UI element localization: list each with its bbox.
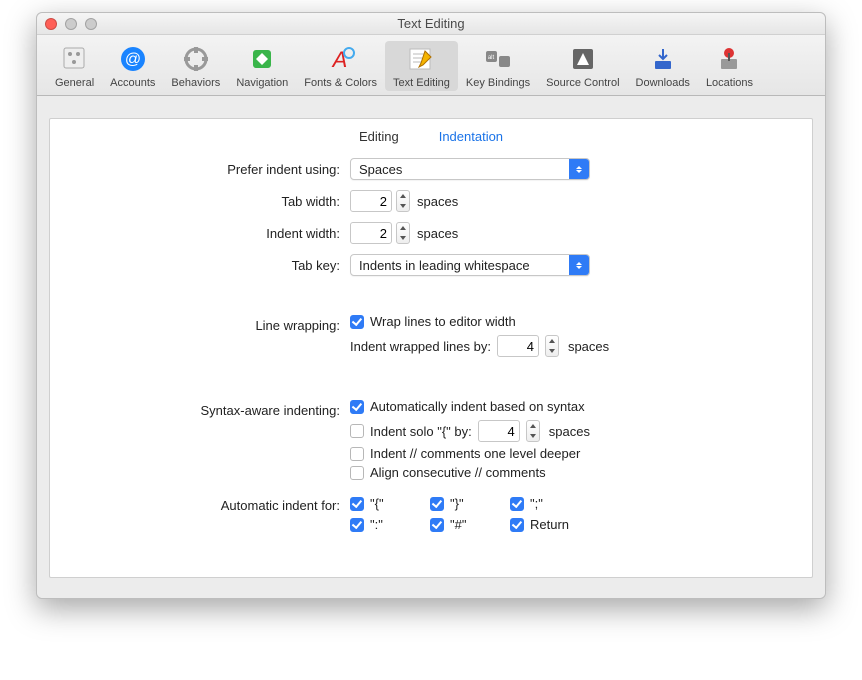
svg-text:@: @ bbox=[125, 51, 141, 68]
indent-width-unit: spaces bbox=[417, 226, 458, 241]
auto-indent-label: ";" bbox=[530, 496, 543, 511]
auto-indent-item: Return bbox=[510, 517, 590, 532]
auto-syntax-checkbox[interactable] bbox=[350, 400, 364, 414]
auto-indent-label: Return bbox=[530, 517, 569, 532]
select-knob-icon bbox=[569, 255, 589, 275]
auto-indent-item: "#" bbox=[430, 517, 510, 532]
auto-indent-checkbox-2[interactable] bbox=[510, 497, 524, 511]
label-syntax-indent: Syntax-aware indenting: bbox=[80, 399, 340, 484]
prefer-indent-select[interactable]: Spaces bbox=[350, 158, 590, 180]
tab-key-select[interactable]: Indents in leading whitespace bbox=[350, 254, 590, 276]
auto-indent-checkbox-4[interactable] bbox=[430, 518, 444, 532]
locations-icon bbox=[713, 43, 745, 75]
indent-solo-unit: spaces bbox=[549, 424, 590, 439]
window-title: Text Editing bbox=[397, 16, 464, 31]
window-minimize-button[interactable] bbox=[65, 18, 77, 30]
indent-wrapped-unit: spaces bbox=[568, 339, 609, 354]
indent-solo-checkbox[interactable] bbox=[350, 424, 364, 438]
toolbar-label: Locations bbox=[706, 77, 753, 89]
indent-width-stepper[interactable] bbox=[396, 222, 410, 244]
auto-indent-item: ":" bbox=[350, 517, 430, 532]
auto-indent-checkbox-1[interactable] bbox=[430, 497, 444, 511]
behaviors-icon bbox=[180, 43, 212, 75]
align-comments-checkbox[interactable] bbox=[350, 466, 364, 480]
toolbar-label: Downloads bbox=[636, 77, 690, 89]
toolbar-label: Behaviors bbox=[171, 77, 220, 89]
toolbar-label: General bbox=[55, 77, 94, 89]
toolbar-label: Fonts & Colors bbox=[304, 77, 377, 89]
toolbar-label: Key Bindings bbox=[466, 77, 530, 89]
align-comments-label: Align consecutive // comments bbox=[370, 465, 546, 480]
label-tab-key: Tab key: bbox=[80, 254, 340, 276]
indent-solo-label: Indent solo "{" by: bbox=[370, 424, 472, 439]
indent-width-field[interactable] bbox=[350, 222, 392, 244]
navigation-icon bbox=[246, 43, 278, 75]
indent-solo-stepper[interactable] bbox=[526, 420, 540, 442]
indent-wrapped-stepper[interactable] bbox=[545, 335, 559, 357]
label-line-wrapping: Line wrapping: bbox=[80, 314, 340, 361]
auto-indent-checkbox-3[interactable] bbox=[350, 518, 364, 532]
label-auto-for: Automatic indent for: bbox=[80, 494, 340, 532]
preferences-window: Text Editing General @ Accounts Behaviors Na… bbox=[36, 12, 826, 599]
window-close-button[interactable] bbox=[45, 18, 57, 30]
auto-indent-item: "{" bbox=[350, 496, 430, 511]
auto-indent-label: "}" bbox=[450, 496, 464, 511]
tab-key-value: Indents in leading whitespace bbox=[359, 258, 530, 273]
tab-width-unit: spaces bbox=[417, 194, 458, 209]
toolbar-textediting[interactable]: Text Editing bbox=[385, 41, 458, 91]
wrap-lines-label: Wrap lines to editor width bbox=[370, 314, 516, 329]
tab-width-field[interactable] bbox=[350, 190, 392, 212]
toolbar-general[interactable]: General bbox=[47, 41, 102, 91]
subtab-indentation[interactable]: Indentation bbox=[439, 129, 503, 144]
titlebar: Text Editing bbox=[37, 13, 825, 35]
prefer-indent-value: Spaces bbox=[359, 162, 402, 177]
preferences-toolbar: General @ Accounts Behaviors Navigation A Font… bbox=[37, 35, 825, 96]
indent-wrapped-label: Indent wrapped lines by: bbox=[350, 339, 491, 354]
auto-syntax-label: Automatically indent based on syntax bbox=[370, 399, 585, 414]
sourcecontrol-icon bbox=[567, 43, 599, 75]
fontscolors-icon: A bbox=[325, 43, 357, 75]
toolbar-keybindings[interactable]: alt Key Bindings bbox=[458, 41, 538, 91]
auto-indent-label: "#" bbox=[450, 517, 466, 532]
window-zoom-button[interactable] bbox=[85, 18, 97, 30]
toolbar-label: Source Control bbox=[546, 77, 619, 89]
indent-comments-checkbox[interactable] bbox=[350, 447, 364, 461]
textediting-icon bbox=[405, 43, 437, 75]
auto-indent-label: "{" bbox=[370, 496, 384, 511]
toolbar-accounts[interactable]: @ Accounts bbox=[102, 41, 163, 91]
toolbar-behaviors[interactable]: Behaviors bbox=[163, 41, 228, 91]
tab-width-stepper[interactable] bbox=[396, 190, 410, 212]
settings-panel: Editing Indentation Prefer indent using:… bbox=[49, 118, 813, 578]
label-indent-width: Indent width: bbox=[80, 222, 340, 244]
toolbar-downloads[interactable]: Downloads bbox=[628, 41, 698, 91]
general-icon bbox=[59, 43, 91, 75]
auto-indent-checkbox-0[interactable] bbox=[350, 497, 364, 511]
toolbar-navigation[interactable]: Navigation bbox=[228, 41, 296, 91]
subtab-editing[interactable]: Editing bbox=[359, 129, 399, 144]
downloads-icon bbox=[647, 43, 679, 75]
indent-comments-label: Indent // comments one level deeper bbox=[370, 446, 580, 461]
select-knob-icon bbox=[569, 159, 589, 179]
toolbar-locations[interactable]: Locations bbox=[698, 41, 761, 91]
toolbar-label: Navigation bbox=[236, 77, 288, 89]
indent-solo-field[interactable] bbox=[478, 420, 520, 442]
accounts-icon: @ bbox=[117, 43, 149, 75]
toolbar-sourcecontrol[interactable]: Source Control bbox=[538, 41, 627, 91]
toolbar-fontscolors[interactable]: A Fonts & Colors bbox=[296, 41, 385, 91]
toolbar-label: Accounts bbox=[110, 77, 155, 89]
auto-indent-item: ";" bbox=[510, 496, 590, 511]
label-prefer-indent: Prefer indent using: bbox=[80, 158, 340, 180]
keybindings-icon: alt bbox=[482, 43, 514, 75]
label-tab-width: Tab width: bbox=[80, 190, 340, 212]
wrap-lines-checkbox[interactable] bbox=[350, 315, 364, 329]
svg-text:alt: alt bbox=[488, 55, 495, 61]
indent-wrapped-field[interactable] bbox=[497, 335, 539, 357]
auto-indent-item: "}" bbox=[430, 496, 510, 511]
auto-indent-label: ":" bbox=[370, 517, 383, 532]
toolbar-label: Text Editing bbox=[393, 77, 450, 89]
auto-indent-checkbox-5[interactable] bbox=[510, 518, 524, 532]
